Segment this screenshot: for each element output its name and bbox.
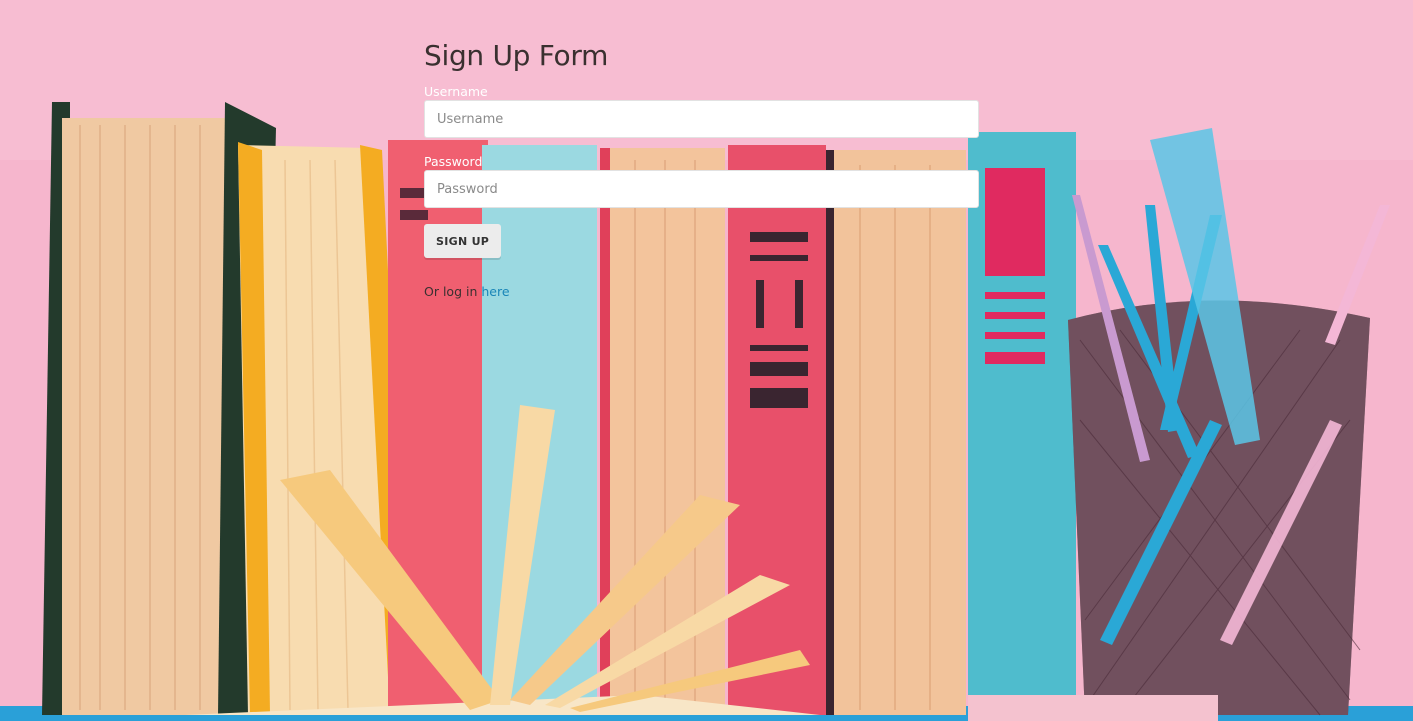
login-prompt-text: Or log in <box>424 284 482 299</box>
username-label: Username <box>424 84 488 99</box>
password-label: Password <box>424 154 483 169</box>
password-input[interactable] <box>424 170 979 208</box>
login-link[interactable]: here <box>481 284 509 299</box>
login-prompt: Or log in here <box>424 284 979 299</box>
sign-up-button[interactable]: SIGN UP <box>424 224 502 258</box>
page-title: Sign Up Form <box>424 39 609 72</box>
username-input[interactable] <box>424 100 979 138</box>
signup-form: Sign Up Form Username Password SIGN UP O… <box>424 36 979 299</box>
